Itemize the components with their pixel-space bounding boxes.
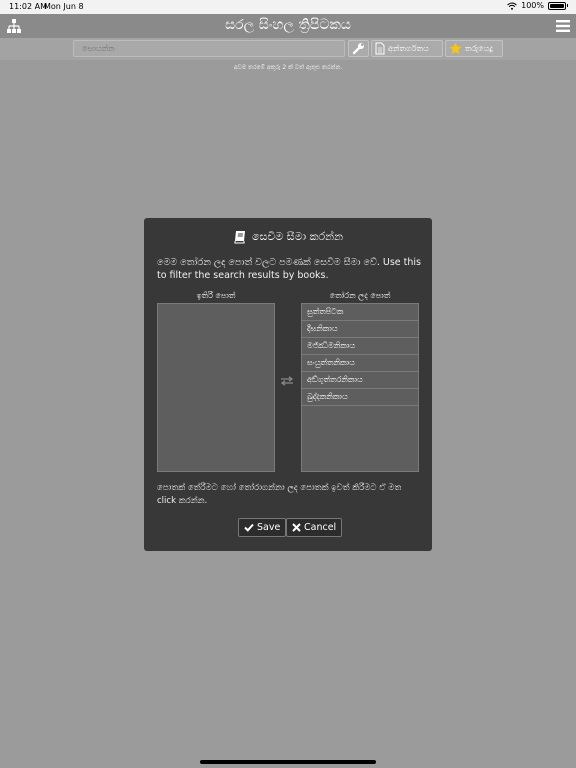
dialog-footer-note: පොතක් තේරීමට හෝ තෝරාගන්නා ලද පොතක් ඉවත් …: [157, 483, 402, 506]
page-title: සරල සිංහල ත්‍රිපිටකය: [225, 17, 351, 33]
wrench-icon: [352, 43, 364, 55]
search-input[interactable]: [73, 40, 345, 57]
remaining-books-header: ඉතිරි පොත්: [196, 291, 236, 300]
battery-percent: 100%: [521, 1, 544, 10]
close-icon: [292, 523, 301, 532]
settings-button[interactable]: [348, 40, 369, 57]
book-list-item[interactable]: ඛුද්දකනිකාය: [302, 389, 418, 406]
check-icon: [244, 523, 254, 532]
document-icon: [375, 42, 385, 55]
filter-dialog: සෙවීම සීමා කරන්න මෙම තෝරන ලද පොත් වලට පම…: [144, 218, 432, 551]
status-right: 100%: [507, 1, 568, 10]
save-label: Save: [257, 522, 281, 533]
toolbar: අන්තර්ගතය තරුයෙදූ: [0, 38, 576, 60]
battery-tip: [567, 4, 568, 7]
dialog-description: මෙම තෝරන ලද පොත් වලට පමණක් සෙවීම සීමා වේ…: [157, 257, 422, 281]
dialog-title: සෙවීම සීමා කරන්න: [251, 230, 344, 243]
home-indicator: [200, 760, 376, 764]
menu-icon[interactable]: [556, 19, 570, 33]
book-list-item[interactable]: දීඝනිකාය: [302, 321, 418, 338]
swap-arrows-icon: [280, 376, 294, 386]
status-bar: 11:02 AM Mon Jun 8 100%: [0, 0, 576, 14]
book-list-item[interactable]: මජ්ඣිමනිකාය: [302, 338, 418, 355]
star-icon: [449, 42, 462, 55]
dialog-title-row: සෙවීම සීමා කරන්න: [144, 230, 432, 244]
wifi-icon: [507, 2, 517, 10]
book-list-item[interactable]: සුත්තපිටක: [302, 304, 418, 321]
cancel-label: Cancel: [304, 522, 337, 533]
search-hint: අවම තරමේ අකුරු 2 ක් වත් ඇතුළු කරන්න.: [233, 64, 343, 71]
title-bar: සරල සිංහල ත්‍රිපිටකය: [0, 14, 576, 38]
contents-label: අන්තර්ගතය: [388, 43, 429, 53]
battery-icon: [548, 1, 566, 10]
book-list-item[interactable]: සංයුත්තනිකාය: [302, 355, 418, 372]
status-time: 11:02 AM: [9, 2, 47, 11]
starred-button[interactable]: තරුයෙදූ: [445, 40, 503, 57]
contents-button[interactable]: අන්තර්ගතය: [371, 40, 443, 57]
selected-books-list[interactable]: සුත්තපිටක දීඝනිකාය මජ්ඣිමනිකාය සංයුත්තනිකාය…: [301, 303, 419, 472]
cancel-button[interactable]: Cancel: [286, 518, 343, 537]
starred-label: තරුයෙදූ: [465, 43, 493, 53]
selected-books-header: තෝරන ලද පොත්: [329, 291, 391, 300]
save-button[interactable]: Save: [238, 518, 287, 537]
remaining-books-list[interactable]: [157, 303, 275, 472]
book-list-item[interactable]: අඞ්ගුත්තරනිකාය: [302, 372, 418, 389]
status-date: Mon Jun 8: [44, 2, 84, 11]
book-icon: [234, 231, 245, 244]
